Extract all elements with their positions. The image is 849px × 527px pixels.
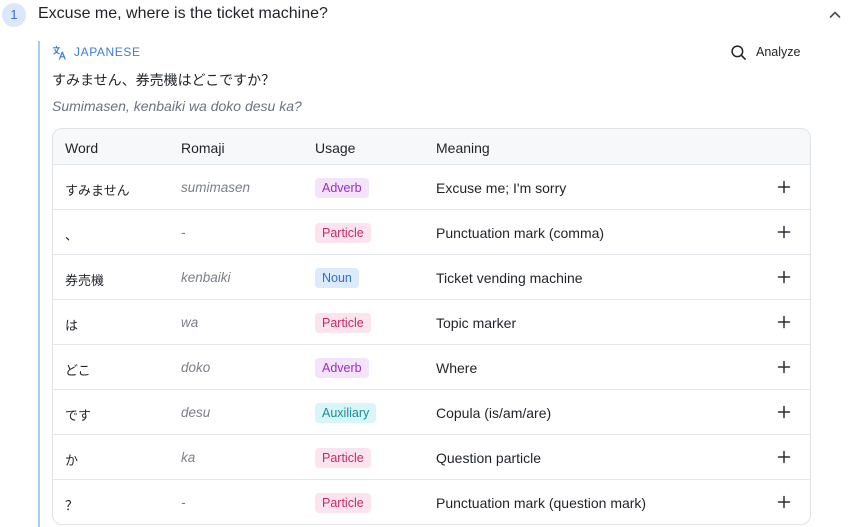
- analyze-label: Analyze: [756, 45, 801, 59]
- romaji-cell: -: [181, 495, 186, 510]
- header-romaji: Romaji: [181, 140, 225, 156]
- usage-badge: Particle: [315, 313, 371, 333]
- plus-icon[interactable]: [777, 360, 791, 374]
- table-row: 、 - Particle Punctuation mark (comma): [53, 210, 810, 255]
- table-row: 券売機 kenbaiki Noun Ticket vending machine: [53, 255, 810, 300]
- romaji-cell: doko: [181, 360, 211, 375]
- romaji-cell: desu: [181, 405, 211, 420]
- header-meaning: Meaning: [436, 140, 490, 156]
- plus-icon[interactable]: [777, 315, 791, 329]
- word-cell: どこ: [65, 363, 91, 378]
- table-row: どこ doko Adverb Where: [53, 345, 810, 390]
- plus-icon[interactable]: [777, 450, 791, 464]
- word-cell: すみません: [65, 183, 130, 198]
- translated-sentence: すみません、券売機はどこですか？: [52, 72, 276, 88]
- word-cell: 券売機: [65, 273, 105, 288]
- usage-badge: Auxiliary: [315, 403, 377, 423]
- word-cell: です: [65, 408, 92, 423]
- usage-badge: Particle: [315, 448, 371, 468]
- header-word: Word: [65, 140, 99, 156]
- meaning-cell: Ticket vending machine: [436, 270, 583, 286]
- search-icon: [731, 44, 746, 60]
- source-sentence: Excuse me, where is the ticket machine?: [38, 5, 328, 22]
- meaning-cell: Punctuation mark (question mark): [436, 495, 647, 511]
- meaning-cell: Where: [436, 360, 478, 376]
- word-breakdown-table: Word Romaji Usage Meaning すみません sumimasen…: [52, 128, 811, 525]
- meaning-cell: Excuse me; I'm sorry: [436, 180, 567, 196]
- plus-icon[interactable]: [777, 225, 791, 239]
- romanized-sentence: Sumimasen, kenbaiki wa doko desu ka?: [52, 98, 302, 114]
- word-cell: 、: [65, 228, 79, 243]
- romaji-cell: kenbaiki: [181, 270, 231, 285]
- usage-badge: Adverb: [315, 358, 369, 378]
- table-header: Word Romaji Usage Meaning: [53, 129, 810, 165]
- table-row: すみません sumimasen Adverb Excuse me; I'm sorry: [53, 165, 810, 210]
- sentence-number-badge: 1: [2, 3, 26, 27]
- meaning-cell: Copula (is/am/are): [436, 405, 552, 421]
- plus-icon[interactable]: [777, 270, 791, 284]
- romaji-cell: wa: [181, 315, 199, 330]
- analyze-button[interactable]: Analyze: [730, 42, 800, 62]
- usage-badge: Adverb: [315, 178, 369, 198]
- table-row: です desu Auxiliary Copula (is/am/are): [53, 390, 810, 435]
- plus-icon[interactable]: [777, 495, 791, 509]
- table-row: か ka Particle Question particle: [53, 435, 810, 480]
- meaning-cell: Punctuation mark (comma): [436, 225, 605, 241]
- table-row: ？ - Particle Punctuation mark (question mar…: [53, 480, 810, 524]
- word-cell: は: [65, 318, 79, 333]
- language-label: JAPANESE: [74, 45, 141, 59]
- header-usage: Usage: [315, 140, 356, 156]
- meaning-cell: Question particle: [436, 450, 542, 466]
- translate-icon: [52, 45, 66, 60]
- chevron-up-icon[interactable]: [826, 6, 844, 24]
- usage-badge: Particle: [315, 223, 371, 243]
- meaning-cell: Topic marker: [436, 315, 517, 331]
- word-cell: ？: [65, 498, 79, 513]
- table-row: は wa Particle Topic marker: [53, 300, 810, 345]
- sentence-header[interactable]: 1 Excuse me, where is the ticket machine…: [0, 0, 849, 32]
- translation-rail: [38, 41, 40, 527]
- usage-badge: Particle: [315, 493, 371, 513]
- usage-badge: Noun: [315, 268, 359, 288]
- romaji-cell: sumimasen: [181, 180, 251, 195]
- plus-icon[interactable]: [777, 180, 791, 194]
- language-tag: JAPANESE: [52, 44, 141, 60]
- romaji-cell: -: [181, 225, 186, 240]
- plus-icon[interactable]: [777, 405, 791, 419]
- romaji-cell: ka: [181, 450, 196, 465]
- word-cell: か: [65, 453, 79, 468]
